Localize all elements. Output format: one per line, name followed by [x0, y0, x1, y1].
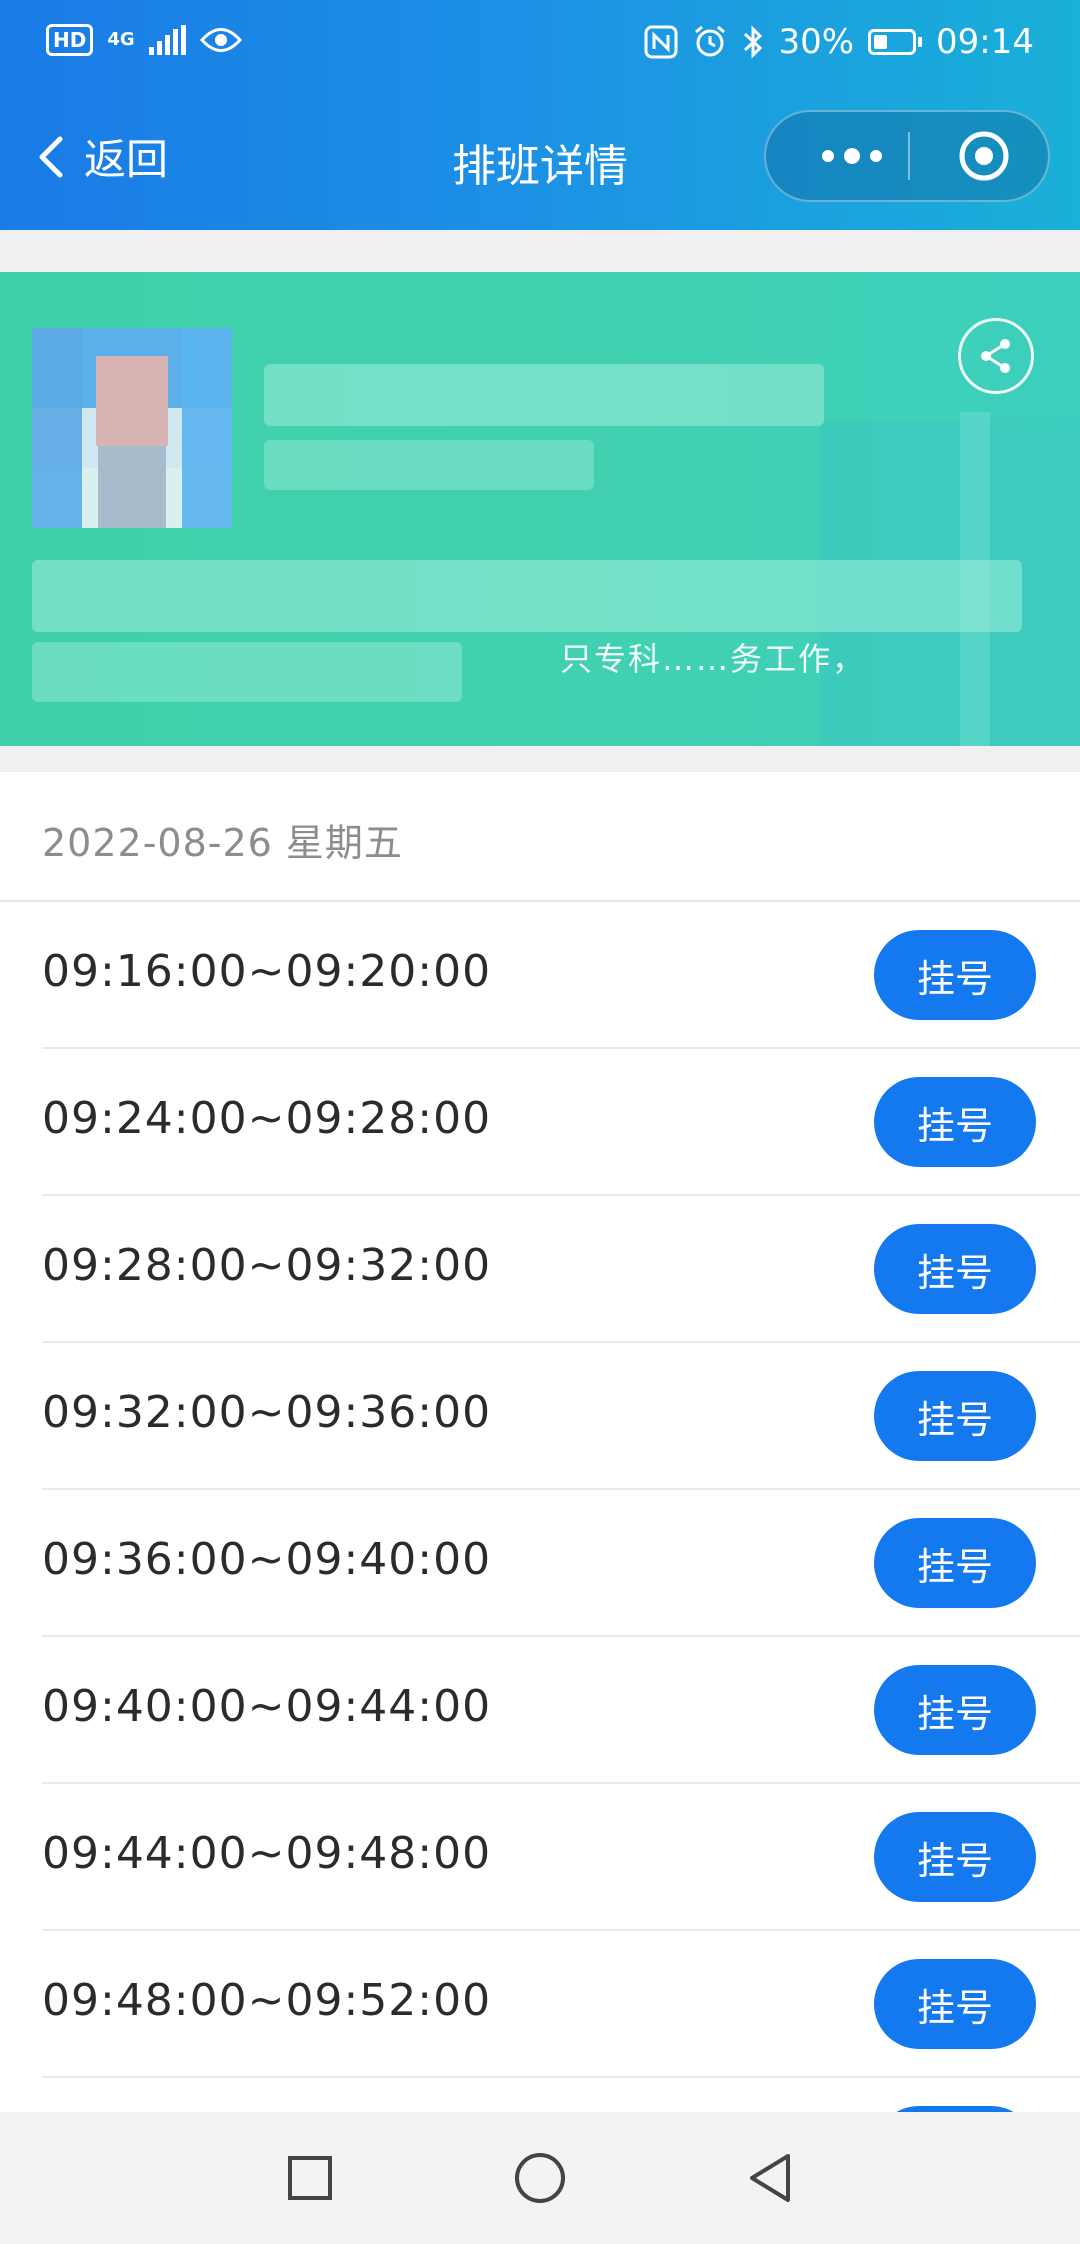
schedule-date: 2022-08-26 星期五: [42, 821, 403, 865]
alarm-icon: [695, 25, 726, 57]
slot-time: 09:44:00~09:48:00: [42, 1828, 492, 1879]
slot-time: 09:48:00~09:52:00: [42, 1975, 492, 2026]
status-bar: HD 4G 30% 09:14: [0, 0, 1080, 88]
register-button[interactable]: 挂号: [874, 1077, 1036, 1167]
bluetooth-icon: [744, 25, 763, 59]
battery-percent: 30%: [778, 22, 855, 62]
register-button[interactable]: 挂号: [874, 1518, 1036, 1608]
schedule-card: 2022-08-26 星期五 09:16:00~09:20:00 挂号 09:24:…: [0, 772, 1080, 2112]
slot-time: 09:16:00~09:20:00: [42, 946, 492, 997]
register-button[interactable]: 挂号: [874, 1665, 1036, 1755]
more-dots-icon[interactable]: [802, 112, 902, 200]
nfc-icon: [644, 25, 678, 59]
slot-time: 09:36:00~09:40:00: [42, 1534, 492, 1585]
doctor-intro-text: 只专科……务工作，: [560, 640, 867, 678]
slot-row: 09:32:00~09:36:00 挂号: [0, 1343, 1080, 1490]
doctor-intro-blurred: [32, 560, 1022, 632]
share-button[interactable]: [958, 318, 1034, 394]
target-circle-icon[interactable]: [956, 128, 1012, 184]
doctor-name-blurred: [264, 364, 824, 426]
network-type: 4G: [107, 29, 135, 50]
slot-list: 09:16:00~09:20:00 挂号 09:24:00~09:28:00 挂号 09…: [0, 902, 1080, 2112]
slot-row: 09:28:00~09:32:00 挂号: [0, 1196, 1080, 1343]
register-button[interactable]: 挂号: [874, 1959, 1036, 2049]
hd-icon: HD: [46, 24, 94, 56]
share-icon: [981, 339, 1010, 373]
app-header: HD 4G 30% 09:14 返回 排班详情: [0, 0, 1080, 230]
doctor-banner: 只专科……务工作，: [0, 272, 1080, 746]
register-button[interactable]: 挂号: [874, 1371, 1036, 1461]
slot-row: 09:44:00~09:48:00 挂号: [0, 1784, 1080, 1931]
slot-row-partial: [0, 2078, 1080, 2112]
nav-bar: 返回 排班详情: [0, 88, 1080, 230]
eye-icon: [199, 28, 242, 52]
doctor-avatar: [32, 328, 232, 528]
signal-icon: [148, 25, 186, 55]
square-icon[interactable]: [278, 2146, 342, 2210]
capsule-divider: [908, 132, 910, 180]
slot-time: 09:24:00~09:28:00: [42, 1093, 492, 1144]
doctor-title-blurred: [264, 440, 594, 490]
doctor-intro-blurred: [32, 642, 462, 702]
clock-time: 09:14: [936, 22, 1034, 62]
slot-time: 09:40:00~09:44:00: [42, 1681, 492, 1732]
slot-row: 09:40:00~09:44:00 挂号: [0, 1637, 1080, 1784]
slot-row: 09:36:00~09:40:00 挂号: [0, 1490, 1080, 1637]
register-button[interactable]: 挂号: [874, 1812, 1036, 1902]
circle-icon[interactable]: [508, 2146, 572, 2210]
register-button[interactable]: 挂号: [874, 930, 1036, 1020]
slot-time: 09:28:00~09:32:00: [42, 1240, 492, 1291]
register-button[interactable]: 挂号: [874, 1224, 1036, 1314]
battery-icon: [868, 29, 923, 55]
slot-row: 09:48:00~09:52:00 挂号: [0, 1931, 1080, 2078]
triangle-back-icon[interactable]: [740, 2146, 804, 2210]
system-nav-bar: [0, 2112, 1080, 2244]
miniprogram-capsule: [764, 110, 1050, 202]
status-left: HD 4G: [46, 24, 242, 56]
slot-time: 09:32:00~09:36:00: [42, 1387, 492, 1438]
status-right: 30% 09:14: [644, 22, 1034, 62]
slot-row: 09:16:00~09:20:00 挂号: [0, 902, 1080, 1049]
slot-row: 09:24:00~09:28:00 挂号: [0, 1049, 1080, 1196]
